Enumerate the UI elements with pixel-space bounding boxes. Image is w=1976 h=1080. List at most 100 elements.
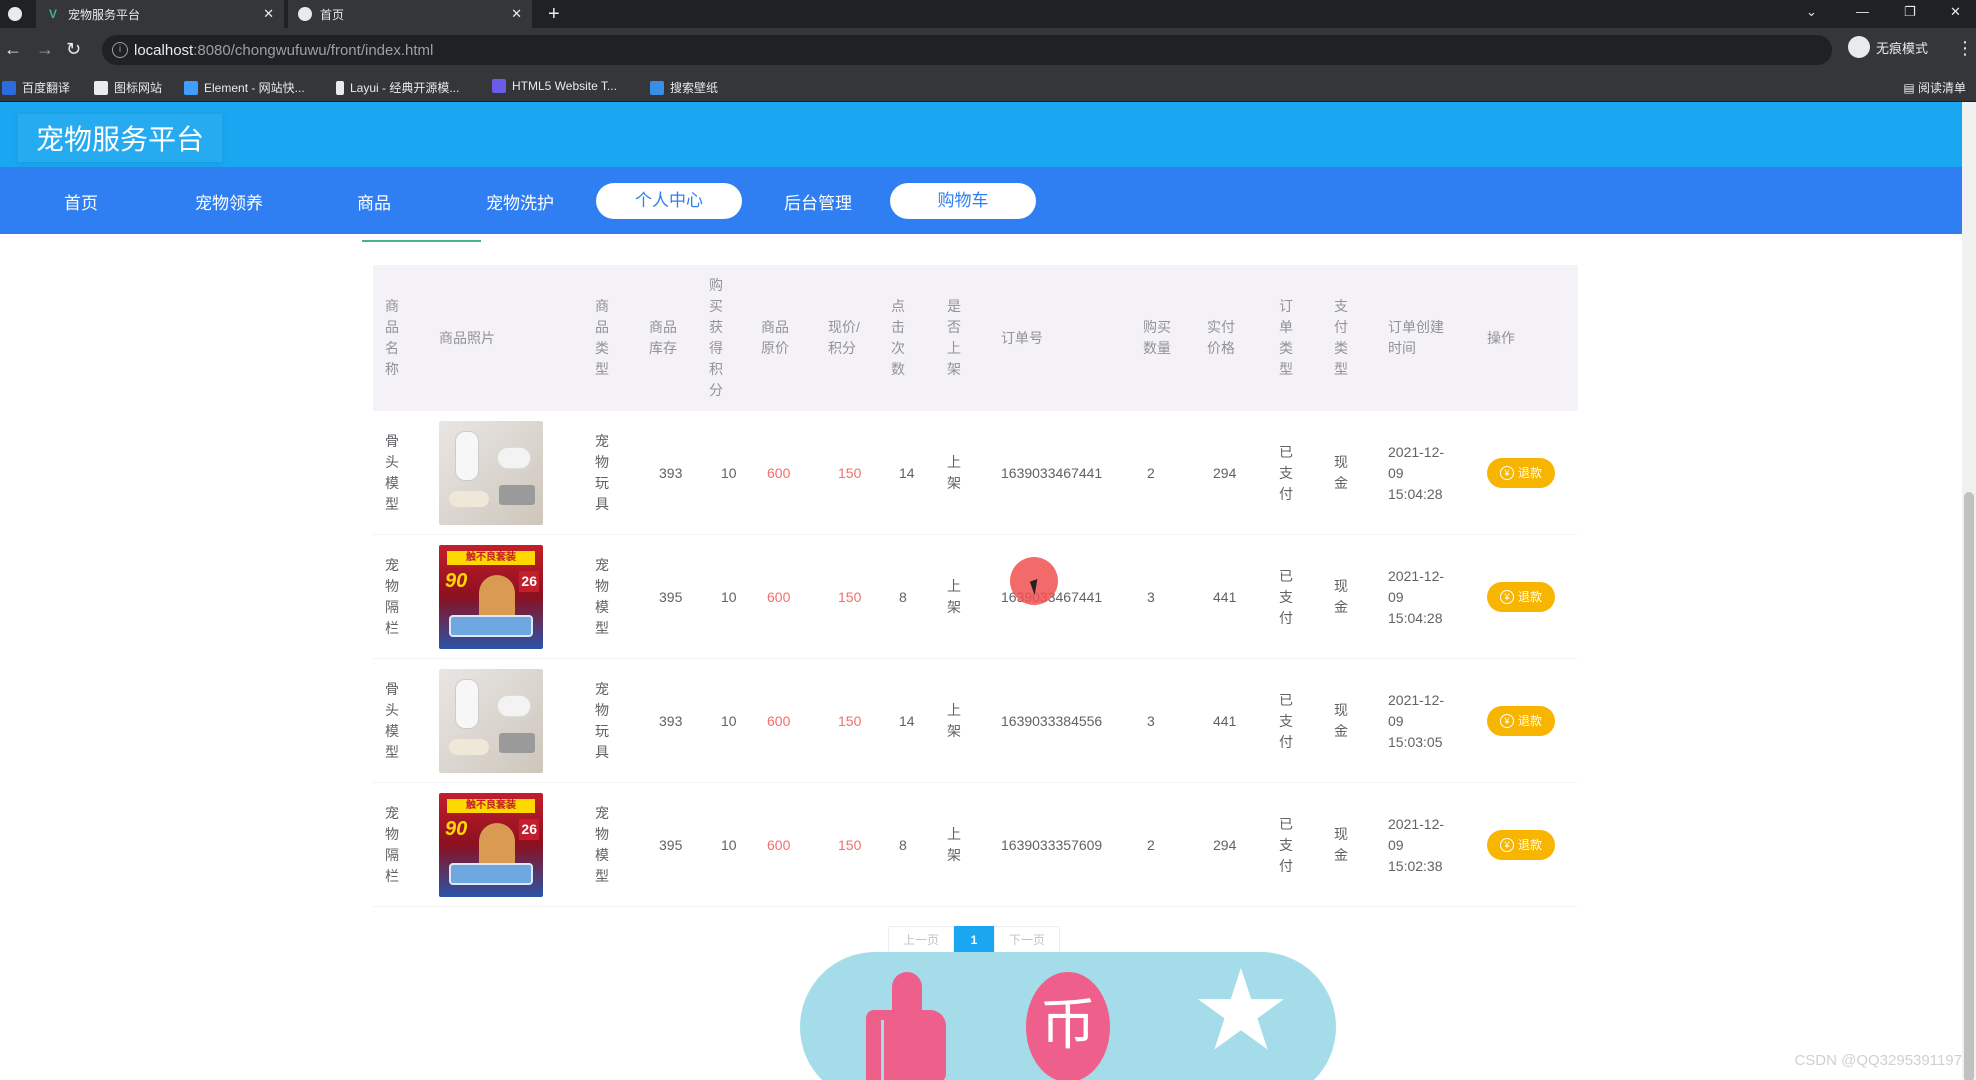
cell-col-product-photo — [439, 411, 543, 535]
refund-button[interactable]: ¥ 退款 — [1487, 830, 1555, 860]
cell-col-current-price: 150 — [838, 588, 862, 605]
nav-pet-grooming[interactable]: 宠物洗护 — [486, 189, 554, 214]
scrollbar-thumb[interactable] — [1964, 492, 1974, 1080]
refund-button[interactable]: ¥ 退款 — [1487, 582, 1555, 612]
reload-icon[interactable]: ↻ — [66, 39, 81, 60]
site-title[interactable]: 宠物服务平台 — [18, 114, 223, 162]
cell-col-order-number: 1639033357609 — [1001, 836, 1103, 853]
table-row: 宠 物 隔 栏触不良套装9026宠 物 模 型395106001508上 架16… — [373, 535, 1578, 659]
bookmark-item[interactable]: 百度翻译 — [2, 79, 70, 96]
incognito-indicator[interactable]: 无痕模式 — [1848, 36, 1928, 58]
cell-col-paid-price: 294 — [1213, 464, 1237, 481]
header-col-current-price: 现价/ 积分 — [828, 319, 860, 356]
product-photo[interactable] — [439, 421, 543, 525]
cell-col-payment-type: 现 金 — [1334, 578, 1348, 615]
cell-col-earned-points: 10 — [721, 712, 737, 729]
bookmark-item[interactable]: 搜索壁纸 — [650, 79, 718, 96]
cell-col-click-count: 8 — [899, 588, 907, 605]
photo-shape — [497, 447, 531, 469]
forward-icon[interactable]: → — [36, 39, 54, 60]
header-col-product-type: 商 品 类 型 — [595, 298, 609, 377]
product-photo[interactable] — [439, 669, 543, 773]
cell-col-order-number: 1639033384556 — [1001, 712, 1103, 729]
baidu-translate-icon — [2, 80, 16, 95]
nav-pet-adoption[interactable]: 宠物领养 — [195, 189, 263, 214]
restore-icon[interactable]: ❐ — [1904, 4, 1916, 20]
orders-table: 商 品 名 称商品照片商 品 类 型商品 库存购 买 获 得 积 分商品 原价现… — [373, 265, 1578, 907]
url-text[interactable]: localhost:8080/chongwufuwu/front/index.h… — [134, 42, 433, 59]
cell-col-quantity: 2 — [1147, 464, 1155, 481]
photo-shape — [497, 695, 531, 717]
nav-personal-center[interactable]: 个人中心 — [596, 183, 742, 219]
cell-col-earned-points: 10 — [721, 464, 737, 481]
refund-label: 退款 — [1517, 589, 1542, 604]
close-icon[interactable]: ✕ — [263, 6, 274, 22]
bookmark-item[interactable]: Element - 网站快... — [184, 79, 305, 96]
photo-shape — [499, 485, 535, 505]
cell-col-original-price: 600 — [767, 588, 791, 605]
photo-promo-text: 90 — [445, 818, 468, 840]
next-page-button[interactable]: 下一页 — [994, 926, 1061, 954]
nav-cart[interactable]: 购物车 — [890, 183, 1036, 219]
tab-search-icon[interactable]: ⌄ — [1806, 4, 1817, 20]
nav-admin[interactable]: 后台管理 — [784, 189, 852, 214]
header-col-action: 操作 — [1487, 329, 1515, 346]
back-icon[interactable]: ← — [4, 39, 22, 60]
address-bar[interactable]: i localhost:8080/chongwufuwu/front/index… — [102, 35, 1832, 103]
product-photo[interactable]: 触不良套装 90 26 — [439, 793, 543, 897]
reading-list[interactable]: ▤ 阅读清单 — [1903, 79, 1966, 96]
coin-icon[interactable]: 币 — [1026, 972, 1110, 1080]
cell-col-paid-price: 294 — [1213, 836, 1237, 853]
site-header: 宠物服务平台 — [0, 102, 1962, 167]
more-menu-icon[interactable]: ⋮ — [1956, 38, 1974, 59]
photo-shape — [449, 739, 489, 755]
cell-col-earned-points: 10 — [721, 836, 737, 853]
close-icon[interactable]: ✕ — [511, 6, 522, 22]
browser-menu-icon[interactable] — [8, 7, 22, 21]
thumbs-up-icon[interactable] — [866, 972, 946, 1080]
cell-col-stock: 395 — [659, 588, 683, 605]
table-row: 骨 头 模 型 宠 物 玩 具 393 10 600 150 14 上 架 1639033467… — [373, 411, 1578, 535]
refund-icon: ¥ — [1499, 714, 1514, 728]
header-col-product-photo: 商品照片 — [439, 329, 495, 346]
bookmark-item[interactable]: HTML5 Website T... — [492, 79, 617, 93]
minimize-icon[interactable]: — — [1856, 4, 1869, 19]
photo-banner-text: 触不良套装 — [447, 551, 535, 565]
bookmark-item[interactable]: 图标网站 — [94, 79, 162, 96]
nav-home[interactable]: 首页 — [64, 189, 98, 214]
header-col-order-type: 订 单 类 型 — [1279, 298, 1293, 377]
new-tab-icon[interactable]: + — [548, 3, 560, 26]
refund-button[interactable]: ¥ 退款 — [1487, 706, 1555, 736]
reading-list-icon: ▤ — [1903, 81, 1918, 95]
refund-icon: ¥ — [1499, 590, 1514, 604]
bookmark-label: 搜索壁纸 — [670, 81, 719, 95]
page-scrollbar[interactable] — [1962, 102, 1976, 1080]
star-icon[interactable]: ★ — [1186, 955, 1296, 1067]
current-page[interactable]: 1 — [954, 926, 995, 954]
header-col-payment-type: 支 付 类 型 — [1334, 298, 1348, 377]
prev-page-button[interactable]: 上一页 — [888, 926, 955, 954]
nav-products[interactable]: 商品 — [357, 189, 391, 214]
cell-col-product-name: 骨 头 模 型 — [385, 681, 399, 760]
bookmark-label: Layui - 经典开源模... — [350, 81, 460, 95]
photo-tray — [449, 615, 533, 637]
cell-col-action: ¥ 退款 — [1487, 411, 1555, 535]
table-row: 骨 头 模 型 宠 物 玩 具 393 10 600 150 14 上 架 1639033384… — [373, 659, 1578, 783]
table-body: 骨 头 模 型宠 物 玩 具 393 10 600 150 14 上 架 1639033467… — [373, 411, 1578, 907]
header-col-click-count: 点 击 次 数 — [891, 298, 905, 377]
cell-col-product-type: 宠 物 模 型 — [595, 557, 609, 636]
refund-button[interactable]: ¥ 退款 — [1487, 458, 1555, 488]
globe-icon — [298, 7, 312, 21]
window-close-icon[interactable]: ✕ — [1950, 4, 1961, 20]
product-photo[interactable]: 触不良套装 90 26 — [439, 545, 543, 649]
cell-col-product-photo: 触不良套装 90 26 — [439, 783, 543, 907]
info-icon[interactable]: i — [112, 42, 128, 58]
bookmark-item[interactable]: Layui - 经典开源模... — [336, 79, 459, 96]
browser-tab-1[interactable]: V 宠物服务平台 ✕ — [36, 0, 284, 28]
photo-banner-text: 触不良套装 — [447, 799, 535, 813]
cell-col-product-name: 宠 物 隔 栏 — [385, 805, 399, 884]
refund-icon: ¥ — [1499, 838, 1514, 852]
browser-tab-2[interactable]: 首页 ✕ — [288, 0, 532, 28]
cell-col-product-name: 宠 物 隔 栏 — [385, 557, 399, 636]
cell-col-order-type: 已 支 付 — [1279, 567, 1293, 626]
